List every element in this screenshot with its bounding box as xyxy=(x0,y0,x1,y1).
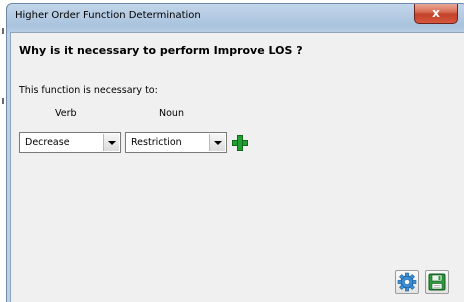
chevron-down-icon[interactable] xyxy=(103,134,119,151)
verb-dropdown[interactable]: Decrease xyxy=(19,132,121,153)
settings-button[interactable] xyxy=(395,270,419,294)
necessary-label: This function is necessary to: xyxy=(19,85,158,96)
dialog-window: Higher Order Function Determination x Wh… xyxy=(6,3,464,302)
chevron-down-icon[interactable] xyxy=(209,134,225,151)
close-button[interactable]: x xyxy=(414,4,458,24)
edge-tick xyxy=(2,28,4,34)
edge-tick xyxy=(2,98,4,104)
noun-header: Noun xyxy=(159,108,184,119)
save-button[interactable] xyxy=(425,270,449,294)
question-text: Why is it necessary to perform Improve L… xyxy=(19,44,303,57)
verb-dropdown-value: Decrease xyxy=(25,137,70,148)
dialog-body: Why is it necessary to perform Improve L… xyxy=(10,32,464,302)
title-bar[interactable]: Higher Order Function Determination x xyxy=(7,4,464,32)
gear-icon xyxy=(397,272,417,292)
save-icon xyxy=(428,273,446,291)
noun-dropdown[interactable]: Restriction xyxy=(125,132,227,153)
noun-dropdown-value: Restriction xyxy=(131,137,182,148)
window-title: Higher Order Function Determination xyxy=(15,10,201,21)
verb-header: Verb xyxy=(55,108,77,119)
add-button[interactable] xyxy=(230,133,250,153)
